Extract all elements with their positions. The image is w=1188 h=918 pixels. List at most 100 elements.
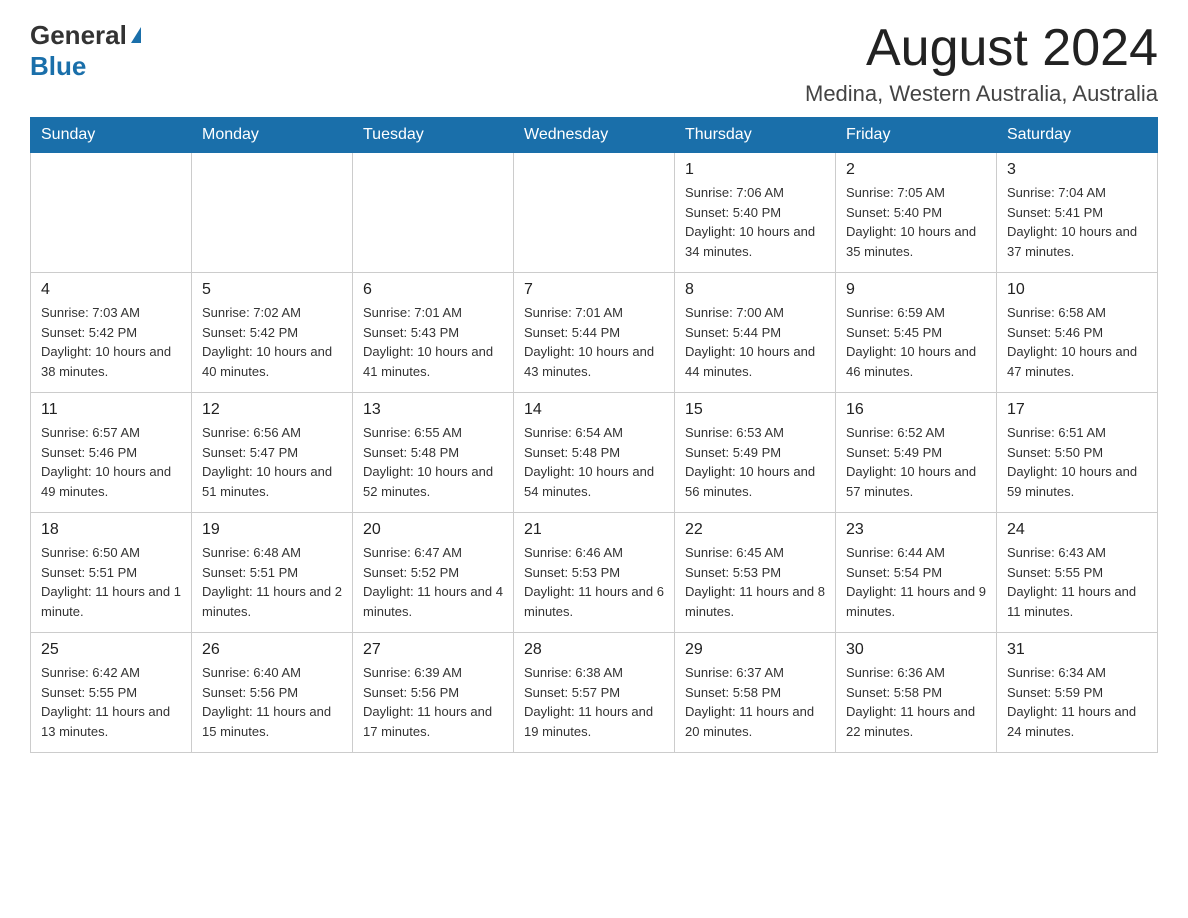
calendar-cell: 8Sunrise: 7:00 AMSunset: 5:44 PMDaylight… bbox=[675, 273, 836, 393]
day-number: 6 bbox=[363, 281, 503, 299]
day-info: Sunrise: 6:56 AMSunset: 5:47 PMDaylight:… bbox=[202, 423, 342, 501]
day-info: Sunrise: 7:03 AMSunset: 5:42 PMDaylight:… bbox=[41, 303, 181, 381]
weekday-header-monday: Monday bbox=[192, 118, 353, 153]
weekday-header-friday: Friday bbox=[836, 118, 997, 153]
day-info: Sunrise: 6:46 AMSunset: 5:53 PMDaylight:… bbox=[524, 543, 664, 621]
day-info: Sunrise: 6:43 AMSunset: 5:55 PMDaylight:… bbox=[1007, 543, 1147, 621]
title-area: August 2024 Medina, Western Australia, A… bbox=[805, 20, 1158, 107]
day-info: Sunrise: 6:51 AMSunset: 5:50 PMDaylight:… bbox=[1007, 423, 1147, 501]
calendar-cell: 3 Sunrise: 7:04 AMSunset: 5:41 PMDaylight… bbox=[997, 153, 1158, 273]
location-subtitle: Medina, Western Australia, Australia bbox=[805, 81, 1158, 107]
day-info: Sunrise: 6:38 AMSunset: 5:57 PMDaylight:… bbox=[524, 663, 664, 741]
day-number: 14 bbox=[524, 401, 664, 419]
calendar-cell: 4 Sunrise: 7:03 AMSunset: 5:42 PMDaylight… bbox=[31, 273, 192, 393]
weekday-header-sunday: Sunday bbox=[31, 118, 192, 153]
day-number: 23 bbox=[846, 521, 986, 539]
calendar-header: SundayMondayTuesdayWednesdayThursdayFrid… bbox=[31, 118, 1158, 153]
calendar-cell: 18Sunrise: 6:50 AMSunset: 5:51 PMDayligh… bbox=[31, 513, 192, 633]
calendar-week-4: 18Sunrise: 6:50 AMSunset: 5:51 PMDayligh… bbox=[31, 513, 1158, 633]
calendar-week-3: 11 Sunrise: 6:57 AMSunset: 5:46 PMDayligh… bbox=[31, 393, 1158, 513]
calendar-body: 1Sunrise: 7:06 AMSunset: 5:40 PMDaylight… bbox=[31, 153, 1158, 753]
day-number: 1 bbox=[685, 161, 825, 179]
calendar-cell: 12 Sunrise: 6:56 AMSunset: 5:47 PMDayligh… bbox=[192, 393, 353, 513]
calendar-cell: 11 Sunrise: 6:57 AMSunset: 5:46 PMDayligh… bbox=[31, 393, 192, 513]
calendar-cell: 23 Sunrise: 6:44 AMSunset: 5:54 PMDayligh… bbox=[836, 513, 997, 633]
day-number: 11 bbox=[41, 401, 181, 419]
calendar-cell: 28 Sunrise: 6:38 AMSunset: 5:57 PMDayligh… bbox=[514, 633, 675, 753]
day-info: Sunrise: 6:42 AMSunset: 5:55 PMDaylight:… bbox=[41, 663, 181, 741]
weekday-header-wednesday: Wednesday bbox=[514, 118, 675, 153]
logo-arrow-icon bbox=[131, 27, 141, 43]
day-number: 30 bbox=[846, 641, 986, 659]
calendar-cell: 20 Sunrise: 6:47 AMSunset: 5:52 PMDayligh… bbox=[353, 513, 514, 633]
day-info: Sunrise: 6:52 AMSunset: 5:49 PMDaylight:… bbox=[846, 423, 986, 501]
calendar-cell bbox=[31, 153, 192, 273]
day-info: Sunrise: 6:44 AMSunset: 5:54 PMDaylight:… bbox=[846, 543, 986, 621]
calendar-cell: 16 Sunrise: 6:52 AMSunset: 5:49 PMDayligh… bbox=[836, 393, 997, 513]
day-number: 3 bbox=[1007, 161, 1147, 179]
page-header: General Blue August 2024 Medina, Western… bbox=[30, 20, 1158, 107]
day-number: 17 bbox=[1007, 401, 1147, 419]
calendar-cell: 22 Sunrise: 6:45 AMSunset: 5:53 PMDayligh… bbox=[675, 513, 836, 633]
calendar-cell: 13 Sunrise: 6:55 AMSunset: 5:48 PMDayligh… bbox=[353, 393, 514, 513]
day-number: 27 bbox=[363, 641, 503, 659]
day-info: Sunrise: 6:58 AMSunset: 5:46 PMDaylight:… bbox=[1007, 303, 1147, 381]
calendar-table: SundayMondayTuesdayWednesdayThursdayFrid… bbox=[30, 117, 1158, 753]
calendar-cell: 19 Sunrise: 6:48 AMSunset: 5:51 PMDayligh… bbox=[192, 513, 353, 633]
month-title: August 2024 bbox=[805, 20, 1158, 77]
day-info: Sunrise: 6:40 AMSunset: 5:56 PMDaylight:… bbox=[202, 663, 342, 741]
calendar-cell bbox=[514, 153, 675, 273]
day-number: 12 bbox=[202, 401, 342, 419]
calendar-week-1: 1Sunrise: 7:06 AMSunset: 5:40 PMDaylight… bbox=[31, 153, 1158, 273]
day-number: 19 bbox=[202, 521, 342, 539]
calendar-cell: 10Sunrise: 6:58 AMSunset: 5:46 PMDayligh… bbox=[997, 273, 1158, 393]
day-info: Sunrise: 7:01 AMSunset: 5:43 PMDaylight:… bbox=[363, 303, 503, 381]
calendar-cell: 1Sunrise: 7:06 AMSunset: 5:40 PMDaylight… bbox=[675, 153, 836, 273]
day-info: Sunrise: 7:05 AMSunset: 5:40 PMDaylight:… bbox=[846, 183, 986, 261]
day-number: 31 bbox=[1007, 641, 1147, 659]
calendar-cell: 6 Sunrise: 7:01 AMSunset: 5:43 PMDaylight… bbox=[353, 273, 514, 393]
day-number: 18 bbox=[41, 521, 181, 539]
calendar-cell: 29Sunrise: 6:37 AMSunset: 5:58 PMDayligh… bbox=[675, 633, 836, 753]
day-info: Sunrise: 6:36 AMSunset: 5:58 PMDaylight:… bbox=[846, 663, 986, 741]
calendar-cell: 21 Sunrise: 6:46 AMSunset: 5:53 PMDayligh… bbox=[514, 513, 675, 633]
day-info: Sunrise: 6:39 AMSunset: 5:56 PMDaylight:… bbox=[363, 663, 503, 741]
day-info: Sunrise: 6:34 AMSunset: 5:59 PMDaylight:… bbox=[1007, 663, 1147, 741]
calendar-cell bbox=[192, 153, 353, 273]
day-number: 24 bbox=[1007, 521, 1147, 539]
day-info: Sunrise: 7:04 AMSunset: 5:41 PMDaylight:… bbox=[1007, 183, 1147, 261]
day-info: Sunrise: 6:54 AMSunset: 5:48 PMDaylight:… bbox=[524, 423, 664, 501]
day-number: 7 bbox=[524, 281, 664, 299]
day-number: 28 bbox=[524, 641, 664, 659]
weekday-header-thursday: Thursday bbox=[675, 118, 836, 153]
logo: General Blue bbox=[30, 20, 141, 82]
day-info: Sunrise: 7:01 AMSunset: 5:44 PMDaylight:… bbox=[524, 303, 664, 381]
day-info: Sunrise: 7:02 AMSunset: 5:42 PMDaylight:… bbox=[202, 303, 342, 381]
calendar-week-5: 25 Sunrise: 6:42 AMSunset: 5:55 PMDayligh… bbox=[31, 633, 1158, 753]
day-info: Sunrise: 6:55 AMSunset: 5:48 PMDaylight:… bbox=[363, 423, 503, 501]
calendar-week-2: 4 Sunrise: 7:03 AMSunset: 5:42 PMDaylight… bbox=[31, 273, 1158, 393]
calendar-cell: 14 Sunrise: 6:54 AMSunset: 5:48 PMDayligh… bbox=[514, 393, 675, 513]
day-number: 15 bbox=[685, 401, 825, 419]
day-info: Sunrise: 6:57 AMSunset: 5:46 PMDaylight:… bbox=[41, 423, 181, 501]
day-number: 2 bbox=[846, 161, 986, 179]
day-info: Sunrise: 6:47 AMSunset: 5:52 PMDaylight:… bbox=[363, 543, 503, 621]
day-number: 20 bbox=[363, 521, 503, 539]
calendar-cell: 5Sunrise: 7:02 AMSunset: 5:42 PMDaylight… bbox=[192, 273, 353, 393]
day-number: 16 bbox=[846, 401, 986, 419]
weekday-header-row: SundayMondayTuesdayWednesdayThursdayFrid… bbox=[31, 118, 1158, 153]
day-number: 22 bbox=[685, 521, 825, 539]
calendar-cell: 15 Sunrise: 6:53 AMSunset: 5:49 PMDayligh… bbox=[675, 393, 836, 513]
day-info: Sunrise: 6:45 AMSunset: 5:53 PMDaylight:… bbox=[685, 543, 825, 621]
day-info: Sunrise: 6:53 AMSunset: 5:49 PMDaylight:… bbox=[685, 423, 825, 501]
logo-blue-text: Blue bbox=[30, 51, 86, 82]
calendar-cell: 2 Sunrise: 7:05 AMSunset: 5:40 PMDaylight… bbox=[836, 153, 997, 273]
day-number: 13 bbox=[363, 401, 503, 419]
day-number: 4 bbox=[41, 281, 181, 299]
day-info: Sunrise: 6:37 AMSunset: 5:58 PMDaylight:… bbox=[685, 663, 825, 741]
day-number: 25 bbox=[41, 641, 181, 659]
day-info: Sunrise: 6:48 AMSunset: 5:51 PMDaylight:… bbox=[202, 543, 342, 621]
weekday-header-tuesday: Tuesday bbox=[353, 118, 514, 153]
calendar-cell: 24 Sunrise: 6:43 AMSunset: 5:55 PMDayligh… bbox=[997, 513, 1158, 633]
day-number: 21 bbox=[524, 521, 664, 539]
